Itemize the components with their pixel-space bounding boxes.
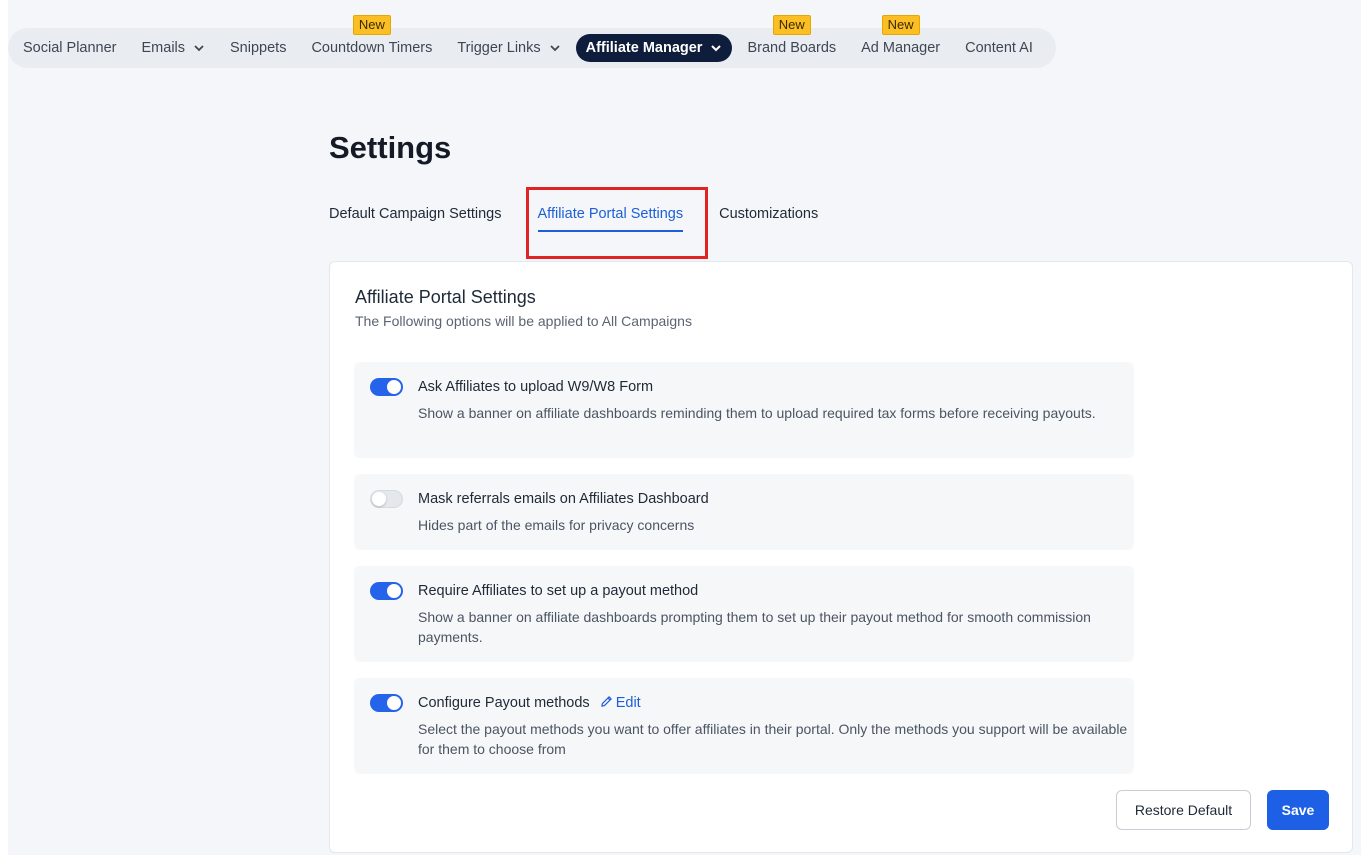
option-payout-method: Require Affiliates to set up a payout me… [354, 566, 1134, 662]
pencil-icon [600, 696, 612, 707]
nav-social-planner[interactable]: Social Planner [13, 34, 127, 62]
option-description: Select the payout methods you want to of… [418, 721, 1128, 757]
nav-label: Snippets [230, 40, 287, 56]
chevron-down-icon [194, 45, 204, 52]
option-description: Show a banner on affiliate dashboards re… [418, 405, 1096, 421]
restore-default-button[interactable]: Restore Default [1116, 790, 1251, 830]
tab-customizations[interactable]: Customizations [719, 206, 818, 232]
left-edge [0, 0, 8, 855]
option-configure-payout: Configure Payout methods Edit Select the… [354, 678, 1134, 774]
new-badge: New [772, 15, 811, 35]
option-title: Require Affiliates to set up a payout me… [418, 583, 699, 599]
w9-form-toggle[interactable] [370, 378, 403, 396]
option-title-row: Configure Payout methods Edit [418, 695, 641, 711]
card-title: Affiliate Portal Settings [355, 287, 536, 307]
option-title: Configure Payout methods [418, 695, 590, 711]
toggle-knob [387, 380, 401, 394]
option-title: Mask referrals emails on Affiliates Dash… [418, 491, 709, 507]
nav-content-ai[interactable]: Content AI [955, 34, 1043, 62]
toggle-knob [387, 584, 401, 598]
save-button[interactable]: Save [1267, 790, 1329, 830]
new-badge: New [352, 15, 391, 35]
toggle-knob [387, 696, 401, 710]
card-subtitle: The Following options will be applied to… [355, 313, 692, 329]
nav-ad-manager[interactable]: Ad Manager New [851, 15, 950, 62]
option-description: Show a banner on affiliate dashboards pr… [418, 609, 1091, 645]
tab-default-campaign-settings[interactable]: Default Campaign Settings [329, 206, 502, 232]
payout-method-toggle[interactable] [370, 582, 403, 600]
nav-label: Affiliate Manager [585, 40, 703, 56]
nav-label: Ad Manager [861, 40, 941, 56]
mask-emails-toggle[interactable] [370, 490, 403, 508]
option-mask-emails: Mask referrals emails on Affiliates Dash… [354, 474, 1134, 550]
nav-snippets[interactable]: Snippets [220, 34, 296, 62]
top-nav: Social Planner Emails Snippets Countdown… [8, 15, 1056, 68]
nav-brand-boards[interactable]: Brand Boards New [737, 15, 846, 62]
highlight-box [526, 187, 708, 259]
toggle-knob [372, 492, 386, 506]
nav-affiliate-manager[interactable]: Affiliate Manager [575, 34, 733, 62]
page-title: Settings [329, 130, 452, 165]
nav-label: Emails [141, 40, 186, 56]
nav-label: Content AI [965, 40, 1033, 56]
chevron-down-icon [549, 45, 560, 52]
configure-payout-toggle[interactable] [370, 694, 403, 712]
settings-card: Affiliate Portal Settings The Following … [329, 261, 1353, 853]
nav-label: Brand Boards [747, 40, 837, 56]
edit-payout-link[interactable]: Edit [600, 695, 641, 711]
new-badge: New [881, 15, 920, 35]
option-title: Ask Affiliates to upload W9/W8 Form [418, 379, 654, 395]
chevron-down-icon [711, 45, 722, 52]
nav-emails[interactable]: Emails [132, 34, 216, 62]
nav-label: Countdown Timers [311, 40, 433, 56]
nav-label: Trigger Links [457, 40, 541, 56]
nav-countdown-timers[interactable]: Countdown Timers New [301, 15, 442, 62]
option-w9-form: Ask Affiliates to upload W9/W8 Form Show… [354, 362, 1134, 458]
option-description: Hides part of the emails for privacy con… [418, 517, 695, 533]
nav-label: Social Planner [23, 40, 117, 56]
nav-trigger-links[interactable]: Trigger Links [447, 34, 570, 62]
edit-label: Edit [615, 695, 641, 711]
